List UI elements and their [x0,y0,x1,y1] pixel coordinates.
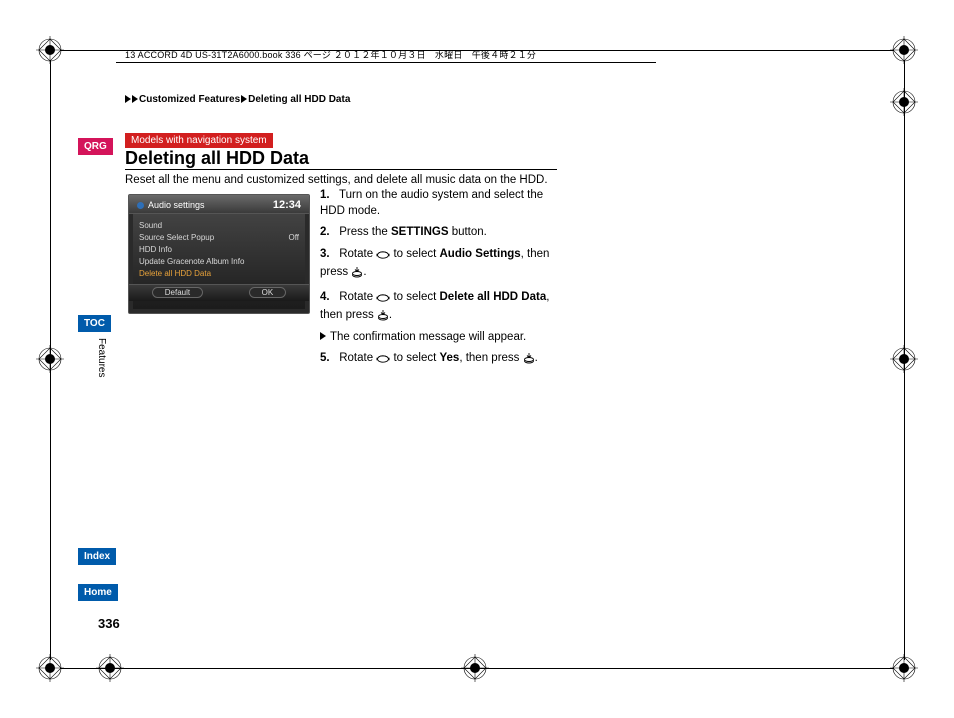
list-item: HDD Info [139,244,299,256]
bullet-icon [137,202,144,209]
triangle-right-icon [241,95,247,103]
section-label: Features [96,338,107,377]
list-item-highlighted: Delete all HDD Data [139,268,299,280]
title-rule [125,169,557,170]
triangle-right-icon [320,332,326,340]
crop-line [50,60,51,660]
list-item: Source Select PopupOff [139,232,299,244]
tab-index[interactable]: Index [78,548,116,565]
step-4: 4. Rotate to select Delete all HDD Data,… [320,290,560,346]
tab-qrg[interactable]: QRG [78,138,113,155]
screen-ok-button: OK [249,287,287,298]
list-item: Update Gracenote Album Info [139,256,299,268]
dial-icon [376,250,390,266]
breadcrumb-level2: Deleting all HDD Data [248,94,350,105]
steps-list: 1. Turn on the audio system and select t… [320,188,560,376]
triangle-right-icon [132,95,138,103]
device-screenshot: Audio settings 12:34 Sound Source Select… [128,194,310,314]
step-2: 2. Press the SETTINGS button. [320,225,560,241]
triangle-right-icon [125,95,131,103]
tab-toc[interactable]: TOC [78,315,111,332]
tab-home[interactable]: Home [78,584,118,601]
model-badge: Models with navigation system [125,133,273,148]
dial-icon [376,354,390,370]
dial-icon [376,293,390,309]
press-icon [351,266,363,284]
crop-line [116,62,656,63]
page-number: 336 [98,616,120,631]
breadcrumb: Customized Features Deleting all HDD Data [125,94,350,105]
step-5: 5. Rotate to select Yes, then press . [320,351,560,370]
screen-title: Audio settings [148,200,205,210]
crop-line [60,668,894,669]
crop-line [904,60,905,660]
step-3: 3. Rotate to select Audio Settings, then… [320,247,560,284]
press-icon [377,309,389,327]
step-1: 1. Turn on the audio system and select t… [320,188,560,219]
breadcrumb-level1: Customized Features [139,94,240,105]
page-title: Deleting all HDD Data [125,148,309,169]
screen-default-button: Default [152,287,203,298]
screen-list: Sound Source Select PopupOff HDD Info Up… [129,214,309,284]
press-icon [523,352,535,370]
intro-text: Reset all the menu and customized settin… [125,174,565,186]
book-header: 13 ACCORD 4D US-31T2A6000.book 336 ページ ２… [125,48,536,61]
screen-clock: 12:34 [273,199,301,211]
list-item: Sound [139,220,299,232]
